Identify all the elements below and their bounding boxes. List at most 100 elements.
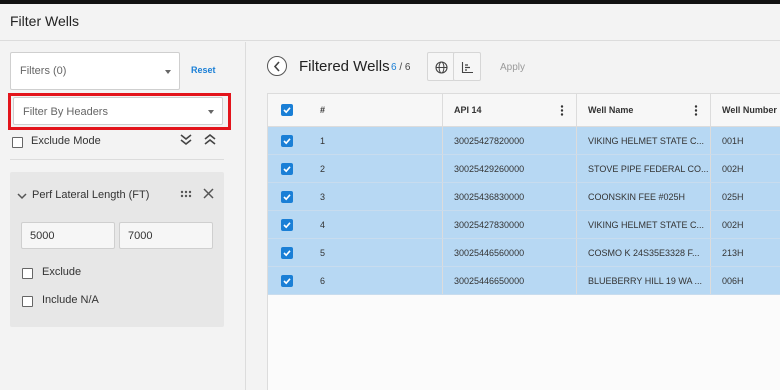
column-divider <box>442 211 443 238</box>
max-value-input[interactable]: 7000 <box>119 222 213 249</box>
column-divider <box>576 183 577 210</box>
column-divider <box>442 267 443 294</box>
table-row[interactable]: 1 30025427820000 VIKING HELMET STATE C... 0… <box>268 127 780 155</box>
row-select-cell[interactable] <box>281 267 293 294</box>
column-menu-icon[interactable] <box>694 105 698 116</box>
column-header-well-name[interactable]: Well Name <box>588 94 633 126</box>
select-all-checkbox[interactable] <box>281 104 293 116</box>
cell-api14: 30025429260000 <box>454 163 525 174</box>
filters-dropdown-label: Filters (0) <box>20 65 67 77</box>
reset-button[interactable]: Reset <box>191 65 216 75</box>
page-header: Filter Wells <box>0 4 780 41</box>
row-select-cell[interactable] <box>281 183 293 210</box>
chevron-left-icon <box>273 61 280 72</box>
table-header-row: # API 14 Well Name Well Number <box>268 94 780 127</box>
row-checkbox[interactable] <box>281 274 293 287</box>
include-na-label: Include N/A <box>42 294 99 306</box>
row-checkbox[interactable] <box>281 162 293 175</box>
column-divider <box>710 239 711 266</box>
apply-button[interactable]: Apply <box>500 62 525 73</box>
count-separator: / <box>399 62 403 73</box>
exclude-label: Exclude <box>42 266 82 278</box>
exclude-checkbox[interactable] <box>22 268 33 279</box>
column-divider <box>442 183 443 210</box>
collapse-all-icon[interactable] <box>179 132 193 146</box>
table-row[interactable]: 3 30025436830000 COONSKIN FEE #025H 025H <box>268 183 780 211</box>
column-divider <box>576 127 577 154</box>
cell-index: 5 <box>320 247 326 258</box>
cell-well-name: BLUEBERRY HILL 19 WA ... <box>588 275 703 286</box>
filtered-wells-title: Filtered Wells <box>299 58 390 75</box>
caret-down-icon <box>165 70 171 74</box>
include-na-checkbox[interactable] <box>22 296 33 307</box>
cell-well-name: STOVE PIPE FEDERAL CO... <box>588 163 709 174</box>
column-divider <box>442 239 443 266</box>
column-divider <box>576 94 577 126</box>
wells-table: # API 14 Well Name Well Number 1 30025427… <box>267 93 780 390</box>
column-divider <box>710 267 711 294</box>
cell-well-number: 006H <box>722 275 744 286</box>
cell-index: 6 <box>320 275 326 286</box>
row-select-cell[interactable] <box>281 155 293 182</box>
column-divider <box>576 211 577 238</box>
globe-icon <box>435 61 448 74</box>
divider <box>10 159 224 160</box>
cell-well-number: 002H <box>722 163 744 174</box>
column-header-index[interactable]: # <box>320 94 325 126</box>
column-menu-icon[interactable] <box>560 105 564 116</box>
cell-well-number: 213H <box>722 247 744 258</box>
map-view-button[interactable] <box>427 52 455 81</box>
cell-index: 4 <box>320 219 326 230</box>
cell-well-name: COSMO K 24S35E3328 F... <box>588 247 700 258</box>
cell-index: 2 <box>320 163 326 174</box>
row-checkbox[interactable] <box>281 190 293 203</box>
column-divider <box>442 155 443 182</box>
chevron-down-icon[interactable] <box>17 192 27 200</box>
row-checkbox[interactable] <box>281 134 293 147</box>
column-divider <box>576 155 577 182</box>
expand-all-icon[interactable] <box>203 132 217 146</box>
exclude-mode-label: Exclude Mode <box>31 135 101 147</box>
cell-index: 3 <box>320 191 326 202</box>
exclude-mode-checkbox[interactable] <box>12 137 23 148</box>
bar-chart-icon <box>461 62 473 74</box>
close-icon[interactable] <box>203 188 214 199</box>
column-divider <box>710 183 711 210</box>
select-all-cell[interactable] <box>281 94 293 126</box>
row-checkbox[interactable] <box>281 218 293 231</box>
count-total: 6 <box>404 62 411 73</box>
filter-card: Perf Lateral Length (FT) 5000 7000 Exclu… <box>10 172 224 327</box>
cell-well-number: 001H <box>722 135 744 146</box>
row-select-cell[interactable] <box>281 239 293 266</box>
filter-sidebar: Filters (0) Reset Filter By Headers Excl… <box>0 42 246 390</box>
table-row[interactable]: 4 30025427830000 VIKING HELMET STATE C... 0… <box>268 211 780 239</box>
drag-handle-icon[interactable] <box>180 190 192 198</box>
min-value-input[interactable]: 5000 <box>21 222 115 249</box>
filters-dropdown[interactable]: Filters (0) <box>10 52 180 90</box>
cell-well-number: 002H <box>722 219 744 230</box>
count-selected: 6 <box>391 62 397 73</box>
back-button[interactable] <box>267 56 287 76</box>
column-divider <box>710 211 711 238</box>
cell-well-number: 025H <box>722 191 744 202</box>
highlight-box <box>8 93 231 130</box>
cell-api14: 30025427830000 <box>454 219 525 230</box>
row-select-cell[interactable] <box>281 211 293 238</box>
filter-card-title: Perf Lateral Length (FT) <box>32 189 150 201</box>
cell-api14: 30025436830000 <box>454 191 525 202</box>
row-select-cell[interactable] <box>281 127 293 154</box>
table-row[interactable]: 2 30025429260000 STOVE PIPE FEDERAL CO... 0… <box>268 155 780 183</box>
column-header-well-number[interactable]: Well Number <box>722 94 777 126</box>
column-divider <box>710 94 711 126</box>
cell-index: 1 <box>320 135 326 146</box>
chart-view-button[interactable] <box>453 52 481 81</box>
column-divider <box>710 127 711 154</box>
row-checkbox[interactable] <box>281 246 293 259</box>
column-header-api14[interactable]: API 14 <box>454 94 482 126</box>
selection-count: 6 / 6 <box>391 62 410 73</box>
table-row[interactable]: 6 30025446650000 BLUEBERRY HILL 19 WA ... 0… <box>268 267 780 295</box>
table-row[interactable]: 5 30025446560000 COSMO K 24S35E3328 F... 21… <box>268 239 780 267</box>
cell-well-name: VIKING HELMET STATE C... <box>588 219 705 230</box>
cell-well-name: VIKING HELMET STATE C... <box>588 135 705 146</box>
column-divider <box>576 239 577 266</box>
